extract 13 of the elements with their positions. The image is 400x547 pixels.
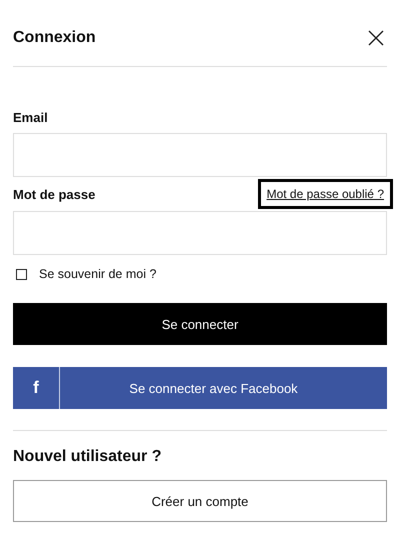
email-field[interactable] (13, 133, 387, 177)
login-button[interactable]: Se connecter (13, 303, 387, 345)
field-label: Email (13, 110, 48, 124)
dialog-title: Connexion (13, 29, 96, 47)
close-icon[interactable] (368, 30, 384, 46)
password-field[interactable] (13, 211, 387, 255)
section-title: Nouvel utilisateur ? (13, 448, 162, 467)
remember-checkbox[interactable] (16, 268, 27, 280)
facebook-login-button[interactable]: f Se connecter avec Facebook (13, 367, 387, 409)
create-account-button[interactable]: Créer un compte (13, 480, 387, 522)
checkbox-label: Se souvenir de moi ? (39, 267, 156, 281)
forgot-password-link[interactable]: Mot de passe oublié ? (258, 179, 393, 209)
field-label: Mot de passe (13, 186, 96, 202)
